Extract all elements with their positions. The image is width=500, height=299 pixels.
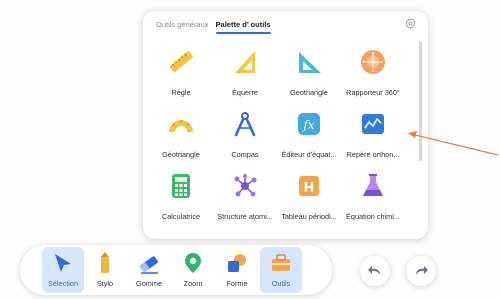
tool-geotriangle[interactable]: Geotriangle	[277, 44, 341, 106]
periodic-table-icon: H	[294, 171, 324, 201]
toolbar-label: Stylo	[96, 279, 114, 288]
tool-label: Repère orthon...	[346, 150, 400, 159]
redo-icon	[416, 266, 428, 275]
chemistry-flask-icon	[358, 171, 388, 201]
compass-icon	[230, 109, 260, 139]
calculator-icon	[166, 171, 196, 201]
tab-general-tools[interactable]: Outils généraux	[156, 20, 209, 29]
cursor-icon	[51, 251, 75, 275]
molecule-icon	[230, 171, 260, 201]
tool-label: Équation chimi...	[346, 212, 400, 221]
toolbar-label: Outils	[271, 279, 291, 288]
tool-equation-editor[interactable]: fx Éditeur d'équat...	[277, 106, 341, 168]
tool-protractor-360[interactable]: Rapporteur 360°	[341, 44, 405, 106]
tool-molecule[interactable]: Structure atomi...	[213, 168, 277, 230]
tool-set-square[interactable]: Équerre	[213, 44, 277, 106]
zoom-pin-icon	[181, 251, 205, 275]
tool-ruler[interactable]: Règle	[149, 44, 213, 106]
protractor-icon	[166, 109, 196, 139]
tool-label: Équerre	[232, 88, 258, 97]
undo-icon	[368, 266, 380, 275]
tool-palette-popup: Outils généraux Palette d’ outils Règle …	[143, 11, 428, 239]
svg-text:H: H	[304, 181, 315, 196]
tool-coordinate-system[interactable]: Repère orthon...	[341, 106, 405, 168]
gear-icon[interactable]	[405, 18, 416, 29]
redo-button[interactable]	[406, 256, 436, 286]
toolbar-label: Sélection	[47, 279, 79, 288]
tool-label: Geotriangle	[290, 88, 328, 97]
equation-editor-icon: fx	[294, 109, 324, 139]
tool-label: Compas	[231, 150, 259, 159]
toolbar-pen-button[interactable]: Stylo	[84, 247, 126, 293]
eraser-icon	[137, 251, 161, 275]
ruler-icon	[166, 47, 196, 77]
toolbar-selection-button[interactable]: Sélection	[42, 247, 84, 293]
tab-tool-palette[interactable]: Palette d’ outils	[215, 20, 271, 34]
geotriangle-icon	[294, 47, 324, 77]
toolbar-shape-button[interactable]: Forme	[216, 247, 258, 293]
protractor-360-icon	[358, 47, 388, 77]
toolbox-icon	[269, 251, 293, 275]
svg-text:fx: fx	[302, 118, 314, 132]
tool-chemistry-equation[interactable]: Équation chimi...	[341, 168, 405, 230]
undo-button[interactable]	[360, 256, 390, 286]
toolbar-tools-button[interactable]: Outils	[260, 247, 302, 293]
palette-tabs: Outils généraux Palette d’ outils	[156, 20, 271, 34]
pen-icon	[93, 251, 117, 275]
tool-label: Tableau périodi...	[281, 212, 337, 221]
tool-label: Structure atomi...	[217, 212, 273, 221]
toolbar-label: Zoom	[183, 279, 203, 288]
bottom-toolbar: Sélection Stylo Gomme Zoom Forme Outils	[20, 245, 332, 295]
tool-grid: Règle Équerre Geotriangle Rapporteur 360…	[149, 44, 405, 230]
tool-label: Calculatrice	[161, 212, 201, 221]
tool-compass[interactable]: Compas	[213, 106, 277, 168]
shapes-icon	[225, 251, 249, 275]
coordinate-system-icon	[358, 109, 388, 139]
tool-label: Géotriangle	[162, 150, 200, 159]
tool-label: Éditeur d'équat...	[281, 150, 337, 159]
tool-protractor[interactable]: Géotriangle	[149, 106, 213, 168]
tool-periodic-table[interactable]: H Tableau périodi...	[277, 168, 341, 230]
tool-calculator[interactable]: Calculatrice	[149, 168, 213, 230]
toolbar-label: Forme	[226, 279, 248, 288]
set-square-icon	[230, 47, 260, 77]
tool-label: Rapporteur 360°	[346, 88, 400, 97]
toolbar-zoom-button[interactable]: Zoom	[172, 247, 214, 293]
annotation-arrow	[408, 131, 499, 156]
whiteboard-canvas[interactable]: Outils généraux Palette d’ outils Règle …	[0, 0, 500, 299]
tool-label: Règle	[171, 88, 191, 97]
toolbar-label: Gomme	[136, 279, 162, 288]
toolbar-eraser-button[interactable]: Gomme	[128, 247, 170, 293]
